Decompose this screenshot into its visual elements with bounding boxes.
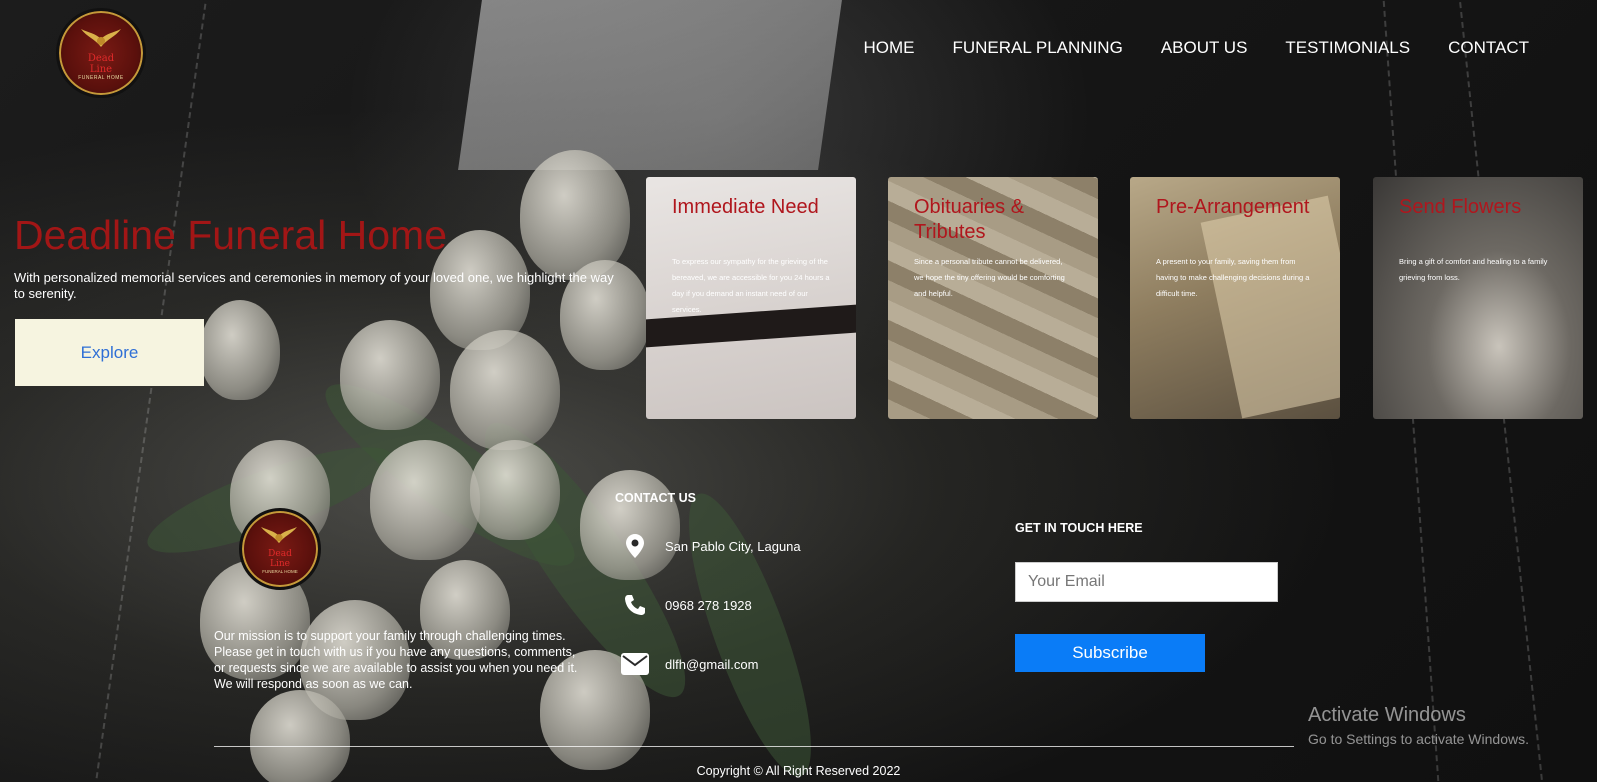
mission-statement: Our mission is to support your family th…: [214, 629, 578, 691]
footer-divider: [214, 746, 1294, 747]
card-obituaries-tributes[interactable]: Obituaries & Tributes Since a personal t…: [888, 177, 1098, 419]
hero-title: Deadline Funeral Home: [14, 212, 448, 258]
card-text: Bring a gift of comfort and healing to a…: [1399, 257, 1548, 282]
tulip-decoration: [450, 330, 560, 450]
denim-stitch: [95, 3, 207, 779]
card-send-flowers[interactable]: Send Flowers Bring a gift of comfort and…: [1373, 177, 1583, 419]
wings-icon: [261, 526, 297, 544]
contact-email: dlfh@gmail.com: [620, 651, 758, 677]
contact-heading: CONTACT US: [615, 491, 697, 505]
card-title: Obituaries & Tributes: [914, 196, 1025, 243]
main-nav: HOME FUNERAL PLANNING ABOUT US TESTIMONI…: [863, 38, 1529, 58]
footer-logo: Dead Line FUNERAL HOME: [239, 508, 321, 590]
newsletter-heading: GET IN TOUCH HERE: [1015, 521, 1143, 535]
logo-text-line1: Dead: [87, 53, 115, 64]
magazine-decoration: [458, 0, 842, 170]
phone-icon: [620, 592, 650, 618]
subscribe-button[interactable]: Subscribe: [1015, 634, 1205, 672]
contact-address-text: San Pablo City, Laguna: [665, 538, 801, 554]
logo-subtitle: FUNERAL HOME: [78, 75, 124, 81]
card-text: Since a personal tribute cannot be deliv…: [914, 257, 1065, 298]
logo-text: Dead Line: [63, 53, 139, 75]
newsletter-email-input[interactable]: [1015, 562, 1278, 602]
logo-text: Dead Line: [244, 549, 316, 569]
nav-funeral-planning[interactable]: FUNERAL PLANNING: [952, 38, 1122, 58]
nav-about-us[interactable]: ABOUT US: [1161, 38, 1248, 58]
nav-home[interactable]: HOME: [863, 38, 914, 58]
activate-windows-subtitle: Go to Settings to activate Windows.: [1308, 731, 1529, 747]
card-title: Immediate Need: [672, 196, 819, 218]
card-text: To express our sympathy for the grieving…: [672, 257, 830, 314]
nav-contact[interactable]: CONTACT: [1448, 38, 1529, 58]
tulip-decoration: [340, 320, 440, 430]
card-image-calendar: [1200, 195, 1340, 419]
activate-windows-title: Activate Windows: [1308, 704, 1466, 726]
envelope-icon: [620, 651, 650, 677]
tulip-decoration: [200, 300, 280, 400]
card-text: A present to your family, saving them fr…: [1156, 257, 1310, 298]
card-immediate-need[interactable]: Immediate Need To express our sympathy f…: [646, 177, 856, 419]
contact-phone-text: 0968 278 1928: [665, 597, 752, 613]
contact-email-text[interactable]: dlfh@gmail.com: [665, 657, 758, 672]
copyright: Copyright © All Right Reserved 2022: [0, 764, 1597, 778]
explore-button[interactable]: Explore: [15, 319, 204, 386]
copyright-text: Copyright © All Right Reserved 2022: [696, 764, 901, 778]
card-title: Send Flowers: [1399, 196, 1522, 218]
location-pin-icon: [620, 533, 650, 559]
wings-icon: [81, 29, 121, 47]
site-logo[interactable]: Dead Line FUNERAL HOME: [56, 8, 146, 98]
nav-testimonials[interactable]: TESTIMONIALS: [1285, 38, 1410, 58]
tulip-decoration: [580, 470, 680, 580]
hero-description: With personalized memorial services and …: [14, 270, 614, 301]
activate-windows-watermark: Activate Windows Go to Settings to activ…: [1308, 704, 1529, 747]
logo-text-line1: Dead: [268, 549, 292, 559]
contact-address: San Pablo City, Laguna: [620, 533, 801, 559]
tulip-decoration: [370, 440, 480, 560]
leaf-decoration: [665, 482, 835, 782]
tulip-decoration: [470, 440, 560, 540]
page: Dead Line FUNERAL HOME HOME FUNERAL PLAN…: [0, 0, 1597, 782]
logo-subtitle: FUNERAL HOME: [262, 569, 298, 574]
contact-phone: 0968 278 1928: [620, 592, 752, 618]
card-title: Pre-Arrangement: [1156, 196, 1310, 218]
card-pre-arrangement[interactable]: Pre-Arrangement A present to your family…: [1130, 177, 1340, 419]
logo-text-line2: Line: [89, 64, 113, 75]
logo-text-line2: Line: [270, 559, 290, 569]
